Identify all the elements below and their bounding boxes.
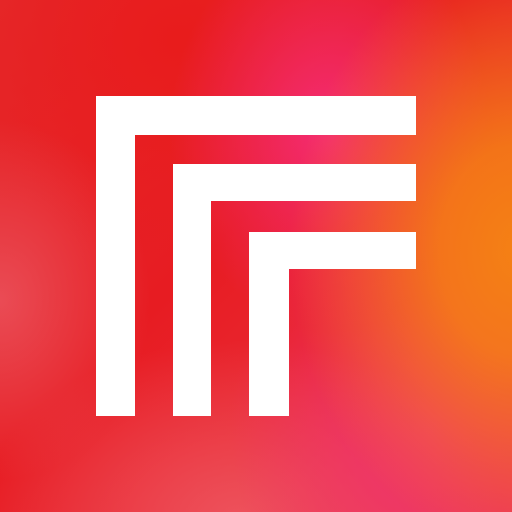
- logo-bracket-inner-side: [249, 232, 289, 416]
- logo-bracket-outer-side: [96, 96, 135, 416]
- logo-bracket-middle-side: [173, 164, 211, 416]
- app-icon: [0, 0, 512, 512]
- logo-bracket-outer-top: [96, 96, 416, 135]
